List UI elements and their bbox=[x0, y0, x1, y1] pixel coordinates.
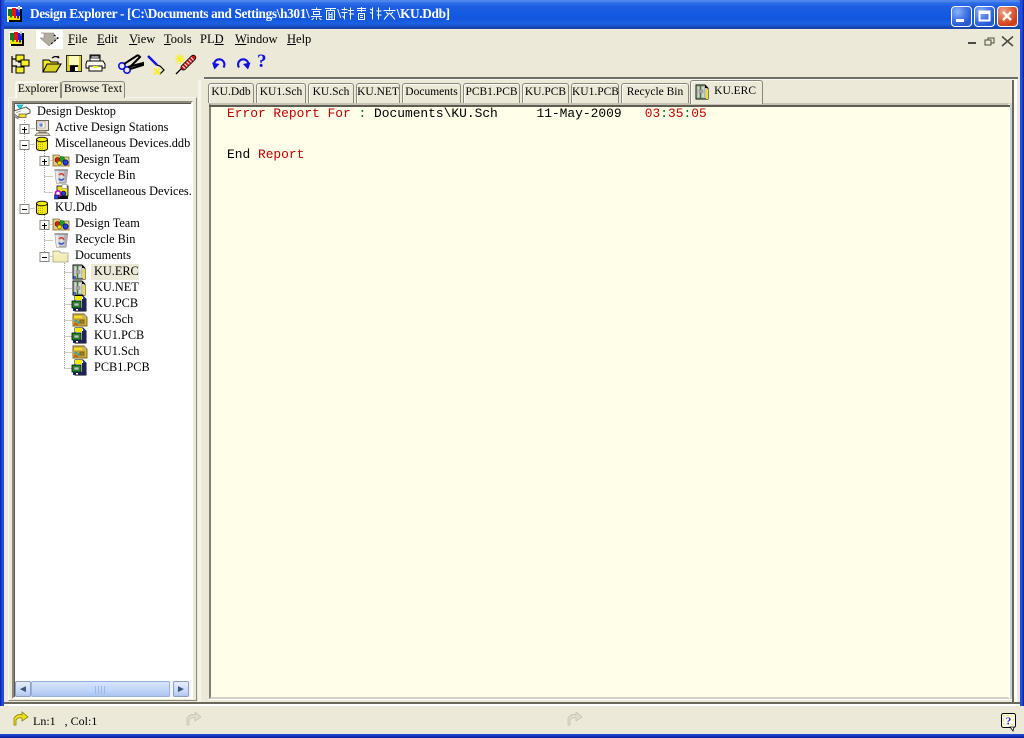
svg-text:?: ? bbox=[1006, 716, 1012, 728]
